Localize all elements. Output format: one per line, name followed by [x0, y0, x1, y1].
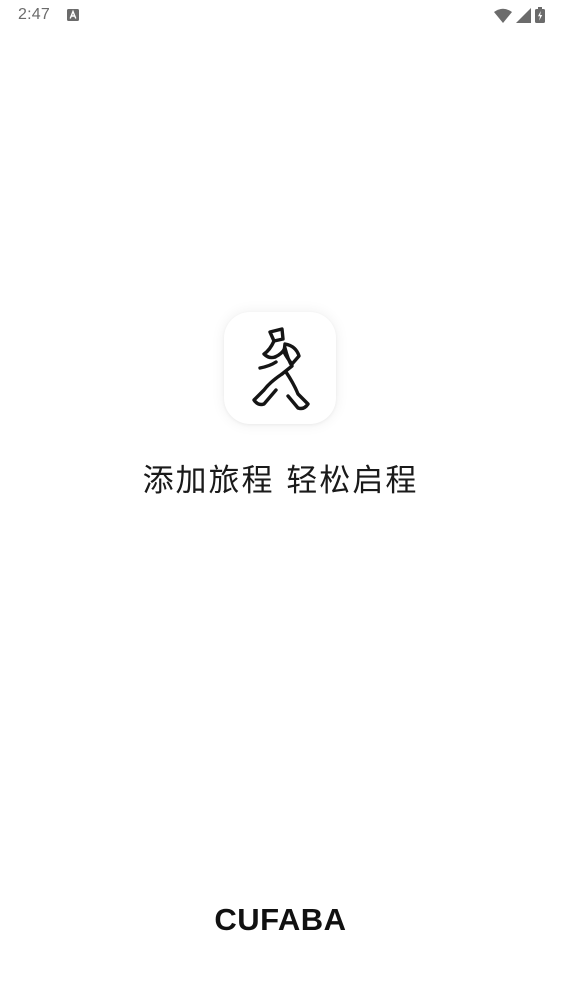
app-icon	[224, 312, 336, 424]
a-letter-icon	[67, 9, 79, 21]
battery-charging-icon	[535, 7, 545, 23]
cell-signal-icon	[516, 7, 531, 23]
status-icons	[494, 7, 545, 23]
splash-slogan: 添加旅程 轻松启程	[142, 463, 419, 499]
brand-name: CUFABA	[214, 902, 347, 937]
status-bar: 2:47	[0, 0, 561, 32]
wifi-icon	[494, 8, 512, 23]
status-time: 2:47	[18, 6, 50, 23]
walking-person-backpack-icon	[252, 327, 310, 411]
